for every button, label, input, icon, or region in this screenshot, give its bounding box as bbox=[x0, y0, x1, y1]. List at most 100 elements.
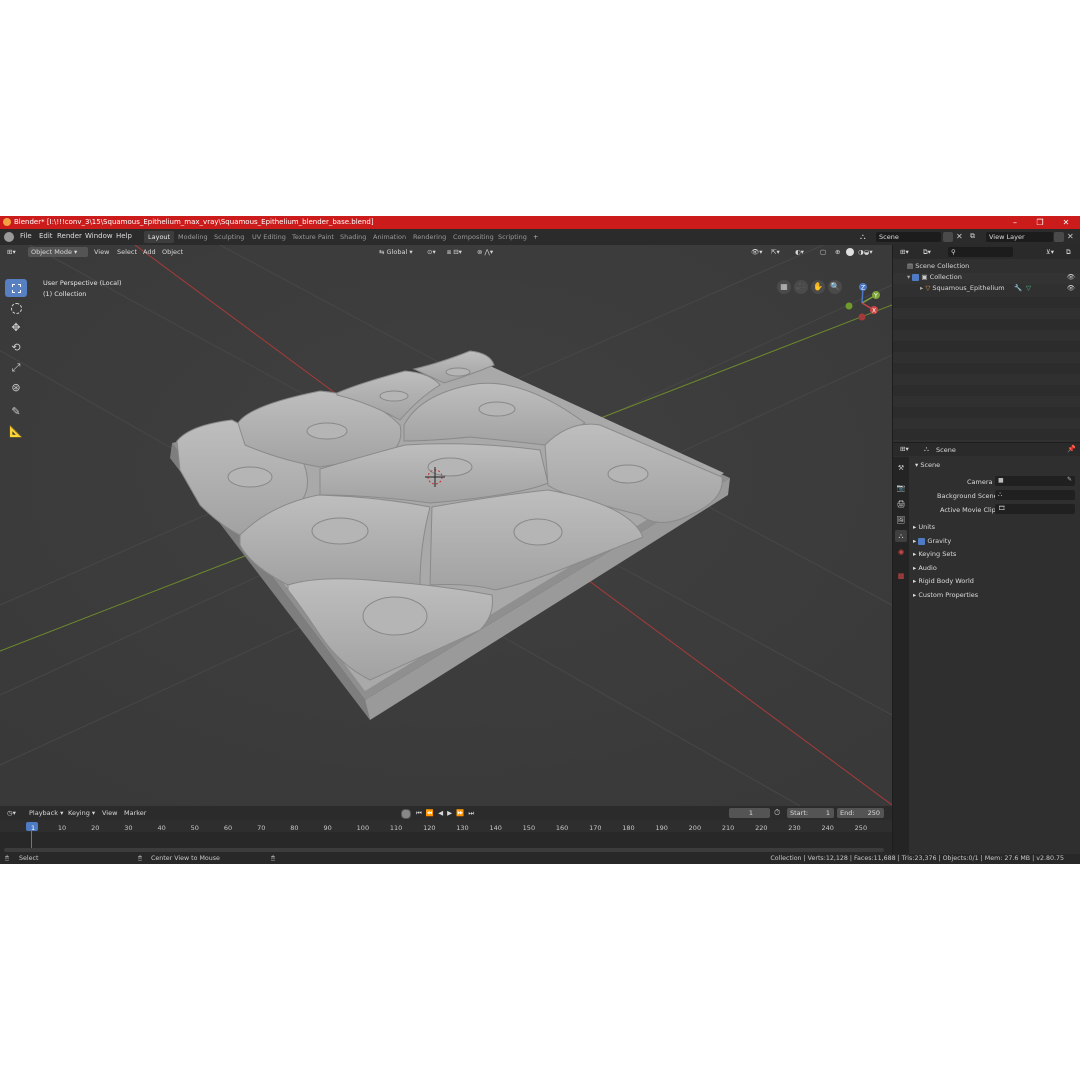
select-box-tool-icon[interactable] bbox=[5, 279, 27, 297]
pan-view-icon[interactable]: ✋ bbox=[811, 280, 825, 294]
custom-properties-panel[interactable]: ▸ Custom Properties bbox=[913, 591, 978, 599]
start-frame-field[interactable]: Start: 1 bbox=[787, 808, 834, 818]
tab-layout[interactable]: Layout bbox=[144, 231, 175, 243]
tab-scripting[interactable]: Scripting bbox=[494, 231, 531, 243]
outliner-row-object[interactable]: ▸ ▽ Squamous_Epithelium 🔧 ▽ 👁 bbox=[893, 284, 1080, 295]
tab-rendering[interactable]: Rendering bbox=[409, 231, 450, 243]
outliner-search-input[interactable]: ⚲ bbox=[948, 247, 1013, 257]
new-view-layer-icon[interactable] bbox=[1054, 232, 1064, 242]
eyedropper-icon[interactable]: ✎ bbox=[1067, 476, 1072, 483]
editor-type-icon[interactable]: ⊞▾ bbox=[4, 247, 19, 257]
view-layer-field[interactable]: View Layer bbox=[986, 232, 1053, 242]
pivot-icon[interactable]: ⊙▾ bbox=[424, 247, 439, 257]
rotate-tool-icon[interactable]: ⟲ bbox=[5, 341, 27, 359]
shading-material-icon[interactable]: ◑◒▾ bbox=[855, 247, 876, 257]
menu-window[interactable]: Window bbox=[85, 232, 113, 240]
texture-tab-icon[interactable]: ▩ bbox=[895, 570, 907, 582]
filter-icon[interactable]: ⊻▾ bbox=[1043, 247, 1057, 257]
outliner-row-scene-collection[interactable]: ▤ Scene Collection bbox=[893, 262, 1080, 273]
add-workspace-icon[interactable]: + bbox=[529, 231, 542, 243]
tab-compositing[interactable]: Compositing bbox=[449, 231, 498, 243]
3d-viewport[interactable]: ⊞▾ Object Mode ▾ View Select Add Object … bbox=[0, 245, 892, 806]
shading-solid-icon[interactable] bbox=[846, 248, 854, 256]
menu-help[interactable]: Help bbox=[116, 232, 132, 240]
proportional-edit-icon[interactable]: ⊚ ⋀▾ bbox=[474, 247, 496, 257]
display-mode-icon[interactable]: ⧉▾ bbox=[920, 247, 934, 257]
close-icon[interactable]: ✕ bbox=[1055, 217, 1077, 228]
object-visibility-icon[interactable]: 👁 bbox=[1067, 284, 1075, 292]
properties-editor-type-icon[interactable]: ⊞▾ bbox=[897, 444, 912, 454]
move-tool-icon[interactable]: ✥ bbox=[5, 321, 27, 339]
tab-texture-paint[interactable]: Texture Paint bbox=[288, 231, 338, 243]
view-layer-tab-icon[interactable]: 🖼 bbox=[895, 514, 907, 526]
visibility-icon[interactable]: 👁▾ bbox=[748, 247, 766, 257]
scene-field[interactable]: Scene bbox=[876, 232, 941, 242]
gravity-checkbox[interactable] bbox=[918, 537, 926, 545]
viewport-menu-add[interactable]: Add bbox=[140, 247, 159, 257]
transform-tool-icon[interactable]: ⊛ bbox=[5, 381, 27, 399]
timeline-menu-marker[interactable]: Marker bbox=[121, 808, 149, 818]
audio-panel[interactable]: ▸ Audio bbox=[913, 564, 937, 572]
timeline-editor-type-icon[interactable]: ◷▾ bbox=[4, 808, 19, 818]
blender-menu-icon[interactable] bbox=[4, 232, 14, 242]
scale-tool-icon[interactable]: ⤢ bbox=[5, 361, 27, 379]
expand-icon[interactable]: ▾ bbox=[907, 273, 910, 281]
scene-panel-header[interactable]: ▾ Scene bbox=[915, 461, 940, 469]
new-scene-icon[interactable] bbox=[943, 232, 953, 242]
camera-view-icon[interactable]: 🎥 bbox=[794, 280, 808, 294]
viewport-menu-object[interactable]: Object bbox=[159, 247, 186, 257]
measure-tool-icon[interactable]: 📐 bbox=[5, 425, 27, 443]
tab-modeling[interactable]: Modeling bbox=[174, 231, 212, 243]
grid-view-icon[interactable]: ▦ bbox=[777, 280, 791, 294]
clock-icon[interactable]: ⏱ bbox=[774, 808, 780, 818]
pin-icon[interactable]: 📌 bbox=[1067, 445, 1076, 453]
delete-view-layer-icon[interactable]: ✕ bbox=[1067, 232, 1077, 242]
orientation-dropdown[interactable]: ⇆ Global ▾ bbox=[376, 247, 416, 257]
viewport-menu-select[interactable]: Select bbox=[114, 247, 140, 257]
collection-checkbox[interactable] bbox=[912, 273, 920, 281]
outliner-editor-type-icon[interactable]: ⊞▾ bbox=[897, 247, 912, 257]
outliner-row-collection[interactable]: ▾ ▣ Collection 👁 bbox=[893, 273, 1080, 284]
mesh-data-icon[interactable]: ▽ bbox=[1026, 284, 1031, 292]
shading-wireframe-icon[interactable]: ⊕ bbox=[832, 247, 843, 257]
mode-dropdown[interactable]: Object Mode ▾ bbox=[28, 247, 88, 257]
navigation-gizmo[interactable]: Z Y X bbox=[838, 279, 886, 327]
new-collection-icon[interactable]: ⧉ bbox=[1063, 247, 1074, 257]
gizmo-icon[interactable]: ⇱▾ bbox=[768, 247, 783, 257]
xray-icon[interactable]: ▢ bbox=[817, 247, 829, 257]
collection-visibility-icon[interactable]: 👁 bbox=[1067, 273, 1075, 281]
background-scene-field[interactable]: ⛬ bbox=[995, 490, 1075, 500]
end-frame-field[interactable]: End: 250 bbox=[837, 808, 884, 818]
tool-tab-icon[interactable]: ⚒ bbox=[895, 462, 907, 474]
record-icon[interactable] bbox=[401, 809, 411, 819]
playback-controls[interactable]: ⏮ ⏪ ◀ ▶ ⏩ ⏭ bbox=[413, 808, 478, 818]
scene-tab-icon[interactable]: ⛬ bbox=[895, 530, 907, 542]
snap-icon[interactable]: ⧈ ⊟▾ bbox=[444, 247, 465, 257]
tab-sculpting[interactable]: Sculpting bbox=[210, 231, 248, 243]
object-expand-icon[interactable]: ▸ bbox=[920, 284, 923, 292]
view-layer-icon[interactable]: ⧉ bbox=[970, 232, 984, 242]
active-movie-clip-field[interactable]: 🎞 bbox=[995, 504, 1075, 514]
timeline-scrollbar[interactable] bbox=[4, 848, 884, 852]
menu-file[interactable]: File bbox=[20, 232, 32, 240]
maximize-icon[interactable]: ❐ bbox=[1029, 217, 1051, 228]
current-frame-field[interactable]: 1 bbox=[729, 808, 770, 818]
modifier-icon[interactable]: 🔧 bbox=[1014, 284, 1022, 292]
world-tab-icon[interactable]: ◉ bbox=[895, 546, 907, 558]
keying-sets-panel[interactable]: ▸ Keying Sets bbox=[913, 550, 956, 558]
minimize-icon[interactable]: – bbox=[1004, 217, 1026, 228]
camera-field[interactable]: ■ ✎ bbox=[995, 476, 1075, 486]
overlays-icon[interactable]: ◐▾ bbox=[792, 247, 807, 257]
output-tab-icon[interactable]: 🖨 bbox=[895, 498, 907, 510]
tab-animation[interactable]: Animation bbox=[369, 231, 410, 243]
timeline-menu-keying[interactable]: Keying ▾ bbox=[65, 808, 98, 818]
timeline-menu-view[interactable]: View bbox=[99, 808, 120, 818]
rigid-body-world-panel[interactable]: ▸ Rigid Body World bbox=[913, 577, 974, 585]
units-panel[interactable]: ▸ Units bbox=[913, 523, 935, 531]
annotate-tool-icon[interactable]: ✎ bbox=[5, 405, 27, 423]
menu-render[interactable]: Render bbox=[57, 232, 82, 240]
tab-uv-editing[interactable]: UV Editing bbox=[248, 231, 290, 243]
tab-shading[interactable]: Shading bbox=[336, 231, 370, 243]
timeline-menu-playback[interactable]: Playback ▾ bbox=[26, 808, 66, 818]
render-tab-icon[interactable]: 📷 bbox=[895, 482, 907, 494]
